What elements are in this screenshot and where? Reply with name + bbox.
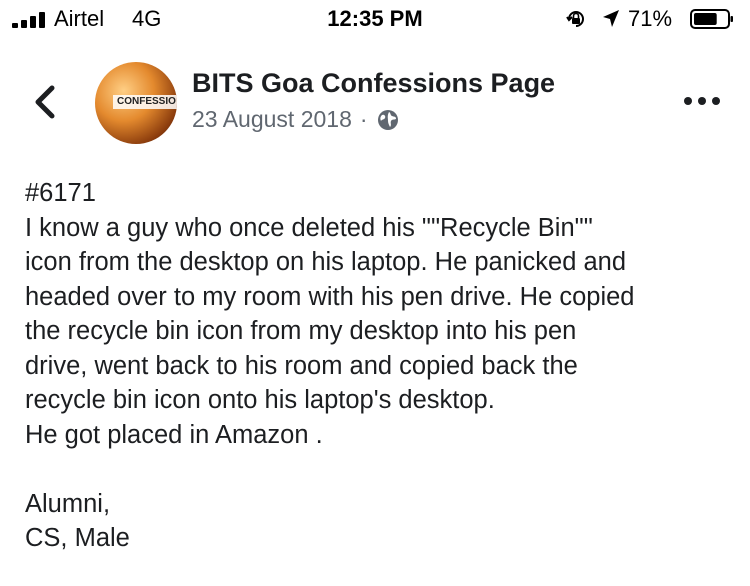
post-line: I know a guy who once deleted his ""Recy… bbox=[25, 213, 593, 242]
post-line: recycle bin icon onto his laptop's deskt… bbox=[25, 386, 495, 414]
orientation-lock-icon bbox=[566, 11, 584, 27]
post-line: #6171 bbox=[25, 179, 96, 207]
status-bar: Airtel 4G 12:35 PM 71% bbox=[0, 0, 750, 40]
post-line: drive, went back to his room and copied … bbox=[25, 351, 578, 380]
avatar[interactable]: CONFESSIO bbox=[95, 62, 177, 144]
post-line: the recycle bin icon from my desktop int… bbox=[25, 317, 577, 345]
post-body: #6171 I know a guy who once deleted his … bbox=[25, 176, 735, 556]
post-meta: 23 August 2018 · bbox=[192, 106, 400, 133]
battery-icon bbox=[690, 9, 733, 29]
post-line: icon from the desktop on his laptop. He … bbox=[25, 248, 627, 276]
globe-icon bbox=[377, 109, 398, 130]
post-blank-line bbox=[25, 452, 735, 487]
location-icon bbox=[603, 10, 619, 27]
meta-separator: · bbox=[359, 106, 368, 132]
post-line: CS, Male bbox=[25, 524, 130, 552]
avatar-brand-text: CONFESSIO bbox=[113, 95, 177, 109]
post-line: Alumni, bbox=[25, 489, 111, 518]
post-line: He got placed in Amazon . bbox=[25, 420, 323, 449]
post-line: headed over to my room with his pen driv… bbox=[25, 282, 635, 311]
back-button[interactable] bbox=[28, 82, 64, 122]
more-options-button[interactable] bbox=[684, 94, 720, 110]
post-date[interactable]: 23 August 2018 bbox=[192, 106, 352, 133]
page-name[interactable]: BITS Goa Confessions Page bbox=[192, 68, 555, 99]
battery-percent: 71% bbox=[628, 6, 673, 31]
